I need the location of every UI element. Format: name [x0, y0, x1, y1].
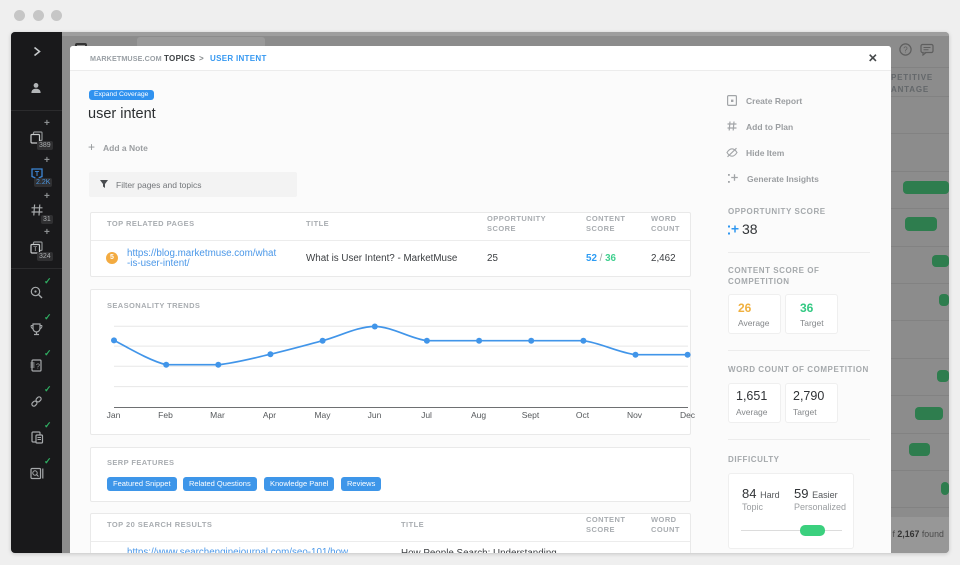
- svg-text:?: ?: [36, 364, 40, 371]
- svg-text:?: ?: [903, 45, 908, 54]
- svg-text:T: T: [35, 171, 40, 178]
